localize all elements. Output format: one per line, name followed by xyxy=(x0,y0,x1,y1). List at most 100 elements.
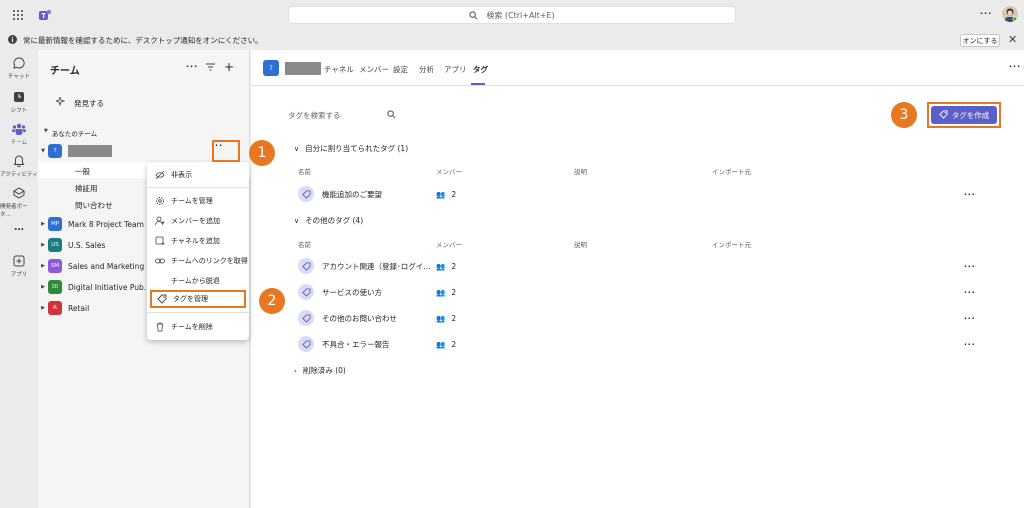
menu-label: タグを管理 xyxy=(173,295,208,303)
chevron-down-icon: ▼ xyxy=(44,128,48,134)
search-box[interactable]: 検索 (Ctrl+Alt+E) xyxy=(288,6,736,24)
create-team-icon[interactable]: + xyxy=(224,60,234,74)
menu-item-hide[interactable]: 非表示 xyxy=(147,166,249,184)
rail-item-teams[interactable]: チーム xyxy=(0,122,38,146)
title-bar: 検索 (Ctrl+Alt+E) ··· xyxy=(0,0,1024,30)
chevron-right-icon: › xyxy=(294,366,297,375)
enable-notifications-button[interactable]: オンにする xyxy=(960,34,1000,47)
search-icon[interactable] xyxy=(387,110,396,121)
section-title: 削除済み (0) xyxy=(302,366,346,375)
teams-logo-icon xyxy=(38,8,52,24)
column-header-name: 名前 xyxy=(298,168,311,176)
tag-members: 👥 2 xyxy=(436,313,457,323)
menu-item-add-member[interactable]: メンバーを追加 xyxy=(147,212,249,230)
search-placeholder: 検索 (Ctrl+Alt+E) xyxy=(486,10,555,20)
tab-members[interactable]: メンバー xyxy=(359,64,389,75)
tag-icon xyxy=(298,310,314,326)
trash-icon xyxy=(155,322,165,332)
tab-apps[interactable]: アプリ xyxy=(444,64,467,75)
section-title: その他のタグ (4) xyxy=(305,216,364,225)
leave-icon xyxy=(155,276,165,286)
column-header-import: インポート元 xyxy=(712,168,751,176)
tag-row[interactable]: その他のお問い合わせ 👥 2 ··· xyxy=(298,307,978,329)
row-more-icon[interactable]: ··· xyxy=(964,314,976,323)
team-name: U.S. Sales xyxy=(68,240,106,250)
chevron-right-icon: ▶ xyxy=(41,221,45,227)
tag-icon xyxy=(298,186,314,202)
app-launcher-icon[interactable] xyxy=(12,9,24,23)
tab-analytics[interactable]: 分析 xyxy=(419,64,434,75)
channel-row-test[interactable]: 検証用 xyxy=(75,183,98,194)
highlight-create-tag xyxy=(927,102,1001,128)
tag-name: アカウント関連（登録･ログイ… xyxy=(322,261,431,271)
chat-icon xyxy=(12,56,26,70)
redacted-team-name xyxy=(285,62,321,75)
menu-item-leave-team[interactable]: チームから脱退 xyxy=(147,272,249,290)
deleted-tags-header[interactable]: › 削除済み (0) xyxy=(294,365,346,376)
callout-step-2: 2 xyxy=(259,288,285,314)
tab-tags[interactable]: タグ xyxy=(473,64,488,75)
row-more-icon[interactable]: ··· xyxy=(964,262,976,271)
menu-item-manage-team[interactable]: チームを管理 xyxy=(147,192,249,210)
rail-label: チーム xyxy=(10,140,28,146)
header-more-icon[interactable]: ··· xyxy=(1009,62,1021,71)
rail-item-activity[interactable]: アクティビティ xyxy=(0,154,38,178)
menu-item-get-link[interactable]: チームへのリンクを取得 xyxy=(147,252,249,270)
team-avatar: R xyxy=(48,301,62,315)
tag-row[interactable]: 不具合・エラー報告 👥 2 ··· xyxy=(298,333,978,355)
menu-label: チームを管理 xyxy=(171,197,213,205)
channel-row-inquiry[interactable]: 問い合わせ xyxy=(75,200,113,211)
tag-name: 機能追加のご要望 xyxy=(322,189,382,199)
filter-icon[interactable] xyxy=(206,63,215,73)
tab-settings[interactable]: 設定 xyxy=(393,64,408,75)
sparkle-icon xyxy=(54,95,66,109)
section-title: 自分に割り当てられたタグ (1) xyxy=(305,144,409,153)
menu-label: チャネルを追加 xyxy=(171,237,220,245)
close-icon[interactable]: ✕ xyxy=(1008,33,1017,46)
callout-step-3: 3 xyxy=(891,102,917,128)
rail-label: アプリ xyxy=(10,272,28,278)
people-icon: 👥 xyxy=(436,287,446,297)
your-teams-header[interactable]: ▼ あなたのチーム xyxy=(44,128,97,138)
search-icon xyxy=(469,10,478,19)
rail-item-chat[interactable]: チャット xyxy=(0,56,38,80)
tag-name: 不具合・エラー報告 xyxy=(322,339,390,349)
team-context-menu: 非表示 チームを管理 メンバーを追加 チャネルを追加 チームへのリンクを取得 チ… xyxy=(147,162,249,340)
row-more-icon[interactable]: ··· xyxy=(964,288,976,297)
tab-channels[interactable]: チャネル xyxy=(324,64,354,75)
section-label: あなたのチーム xyxy=(51,130,98,138)
rail-item-apps[interactable]: アプリ xyxy=(0,254,38,278)
tag-icon xyxy=(157,294,167,304)
avatar[interactable] xyxy=(1002,6,1018,22)
chevron-right-icon: ▶ xyxy=(41,305,45,311)
assigned-tags-header[interactable]: ∨ 自分に割り当てられたタグ (1) xyxy=(294,143,408,154)
panel-more-icon[interactable]: ··· xyxy=(186,62,198,71)
channel-label: 一般 xyxy=(75,167,90,176)
chevron-down-icon: ∨ xyxy=(294,144,300,153)
rail-item-dev-portal[interactable]: 開発者ポータ… xyxy=(0,186,38,218)
more-options-icon[interactable]: ··· xyxy=(980,9,992,18)
rail-item-shifts[interactable]: シフト xyxy=(0,90,38,114)
discover-label: 発見する xyxy=(74,98,104,108)
divider xyxy=(147,312,249,313)
tag-row[interactable]: サービスの使い方 👥 2 ··· xyxy=(298,281,978,303)
people-icon: 👥 xyxy=(436,261,446,271)
app-rail: チャット シフト チーム アクティビティ 開発者ポータ… … アプリ xyxy=(0,50,38,508)
row-more-icon[interactable]: ··· xyxy=(964,340,976,349)
tag-row[interactable]: アカウント関連（登録･ログイ… 👥 2 ··· xyxy=(298,255,978,277)
tag-search-input[interactable]: タグを検索する xyxy=(288,110,341,121)
team-name: Mark 8 Project Team xyxy=(68,219,144,229)
shifts-icon xyxy=(12,90,26,104)
menu-item-delete-team[interactable]: チームを削除 xyxy=(147,318,249,336)
other-tags-header[interactable]: ∨ その他のタグ (4) xyxy=(294,215,363,226)
teams-icon xyxy=(12,122,26,136)
menu-item-add-channel[interactable]: チャネルを追加 xyxy=(147,232,249,250)
rail-label: 開発者ポータ… xyxy=(0,204,28,218)
discover-link[interactable]: 発見する xyxy=(54,95,104,109)
hide-icon xyxy=(155,170,165,180)
menu-item-manage-tags[interactable]: タグを管理 xyxy=(150,290,246,308)
rail-item-more[interactable]: … xyxy=(0,222,38,233)
row-more-icon[interactable]: ··· xyxy=(964,190,976,199)
tag-row[interactable]: 機能追加のご要望 👥 2 ··· xyxy=(298,183,978,205)
rail-label: シフト xyxy=(10,108,28,114)
